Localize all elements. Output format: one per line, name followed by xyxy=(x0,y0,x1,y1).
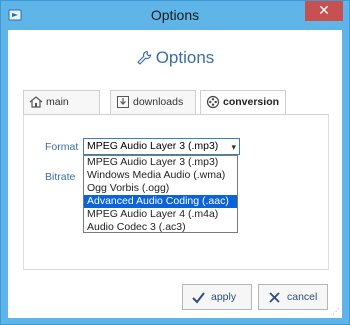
film-reel-icon xyxy=(206,95,220,109)
tab-conversion-label: conversion xyxy=(223,96,280,108)
format-select[interactable]: MPEG Audio Layer 3 (.mp3) ▾ xyxy=(83,138,240,155)
page-header: Options xyxy=(8,48,342,68)
tab-downloads[interactable]: downloads xyxy=(110,90,196,114)
window-title: Options xyxy=(150,7,200,23)
format-option[interactable]: MPEG Audio Layer 3 (.mp3) xyxy=(84,156,237,169)
tab-bar: main downloads conversion xyxy=(23,90,286,115)
tab-main-label: main xyxy=(46,96,69,108)
tab-downloads-label: downloads xyxy=(133,96,184,108)
cancel-x-icon xyxy=(269,292,280,303)
format-option-highlighted[interactable]: Advanced Audio Coding (.aac) xyxy=(84,195,237,208)
resize-grip-icon[interactable]: ⋰ xyxy=(332,307,340,316)
format-option[interactable]: Windows Media Audio (.wma) xyxy=(84,169,237,182)
cancel-button-label: cancel xyxy=(287,291,318,303)
format-dropdown-list: MPEG Audio Layer 3 (.mp3) Windows Media … xyxy=(83,155,238,233)
format-option[interactable]: Audio Codec 3 (.ac3) xyxy=(84,221,237,234)
wrench-icon xyxy=(136,50,151,65)
page-title: Options xyxy=(155,48,215,67)
bitrate-label: Bitrate xyxy=(45,171,76,183)
client-area: Options main downloads conversion Format… xyxy=(8,30,342,318)
apply-button-label: apply xyxy=(211,291,237,303)
format-option[interactable]: Ogg Vorbis (.ogg) xyxy=(84,182,237,195)
apply-button[interactable]: apply xyxy=(182,284,252,310)
close-button[interactable]: ✕ xyxy=(305,1,343,21)
format-select-value: MPEG Audio Layer 3 (.mp3) xyxy=(87,140,219,152)
tab-conversion[interactable]: conversion xyxy=(200,90,286,115)
format-option[interactable]: MPEG Audio Layer 4 (.m4a) xyxy=(84,208,237,221)
format-label: Format xyxy=(45,141,79,153)
checkmark-icon xyxy=(192,292,205,304)
cancel-button[interactable]: cancel xyxy=(258,284,328,310)
options-window: Options ✕ Options main downloads convers… xyxy=(0,0,350,325)
chevron-down-icon[interactable]: ▾ xyxy=(231,140,236,155)
downloads-icon xyxy=(117,96,129,108)
house-icon xyxy=(29,96,43,108)
tab-main[interactable]: main xyxy=(23,90,100,114)
title-bar[interactable]: Options ✕ xyxy=(1,1,349,30)
